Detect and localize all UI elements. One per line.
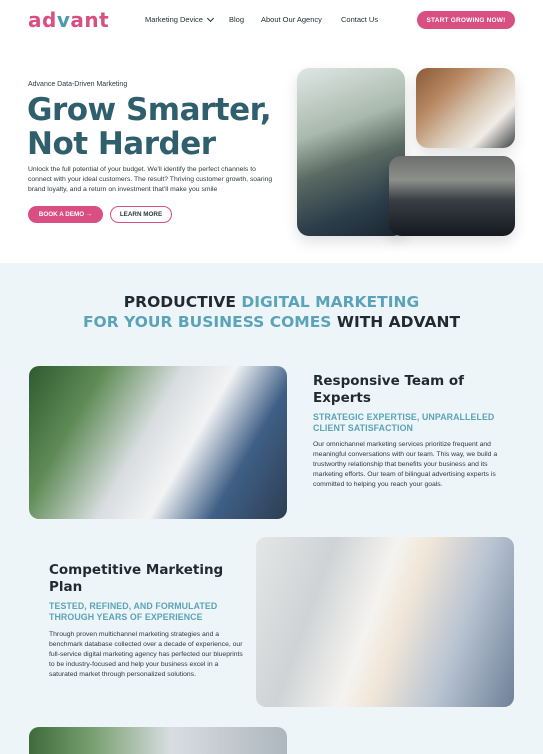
feature-image-next [29, 727, 287, 754]
nav-about[interactable]: About Our Agency [261, 15, 322, 24]
hero-photo-woman-laptop [416, 68, 515, 148]
section-title-b: DIGITAL MARKETING [241, 293, 420, 311]
feature-title: Responsive Team of Experts [313, 373, 465, 406]
feature-body: Through proven multichannel marketing st… [49, 631, 243, 678]
nav-contact[interactable]: Contact Us [341, 15, 378, 24]
hero-title-line1: Grow Smarter, [27, 92, 272, 128]
feature-image-team [29, 366, 287, 519]
section-title-c: FOR YOUR BUSINESS COMES [82, 313, 332, 331]
hero-eyebrow: Advance Data-Driven Marketing [28, 81, 128, 88]
chevron-down-icon [206, 14, 214, 22]
logo-part1: ad [28, 8, 57, 32]
logo-part3: ant [70, 8, 110, 32]
start-growing-button[interactable]: START GROWING NOW! [417, 11, 515, 29]
page: advant Marketing Device Blog About Our A… [0, 0, 543, 754]
feature-image-office [256, 537, 514, 707]
nav-marketing-device-label: Marketing Device [145, 15, 203, 24]
learn-more-button[interactable]: LEARN MORE [110, 206, 172, 223]
site-header: advant Marketing Device Blog About Our A… [0, 0, 543, 40]
hero-photo-business-meeting [389, 156, 515, 236]
nav-about-label: About Our Agency [261, 15, 322, 24]
section-title: PRODUCTIVE DIGITAL MARKETING FOR YOUR BU… [0, 292, 543, 332]
book-demo-button[interactable]: BOOK A DEMO → [28, 206, 103, 223]
nav-marketing-device[interactable]: Marketing Device [145, 14, 214, 24]
feature-body: Our omnichannel marketing services prior… [313, 441, 498, 488]
section-title-a: PRODUCTIVE [123, 293, 242, 311]
nav-blog[interactable]: Blog [229, 15, 244, 24]
hero-title: Grow Smarter, Not Harder [27, 93, 287, 161]
feature-subtitle: TESTED, REFINED, AND FORMULATED THROUGH … [49, 601, 218, 622]
feature-subtitle: STRATEGIC EXPERTISE, UNPARALLELED CLIENT… [313, 412, 495, 433]
feature-title: Competitive Marketing Plan [49, 562, 224, 595]
nav-contact-label: Contact Us [341, 15, 379, 24]
logo[interactable]: advant [28, 8, 109, 32]
nav-blog-label: Blog [229, 15, 245, 24]
hero-title-line2: Not Harder [27, 126, 216, 162]
logo-part2: v [56, 8, 71, 32]
hero-description: Unlock the full potential of your budget… [28, 166, 273, 193]
section-title-d: WITH ADVANT [331, 313, 461, 331]
